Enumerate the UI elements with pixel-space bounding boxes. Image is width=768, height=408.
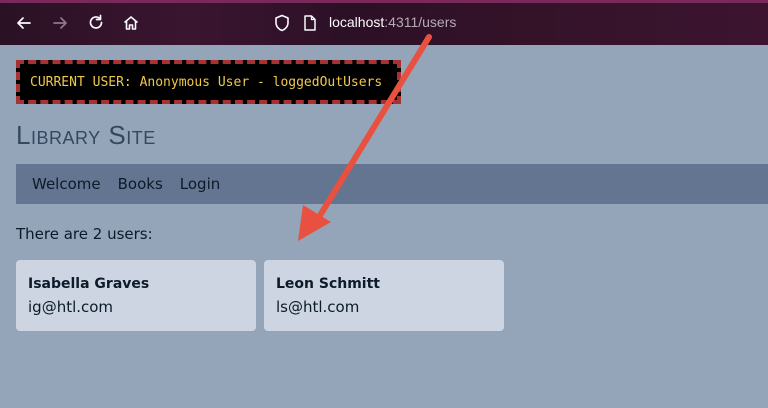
user-count: There are 2 users: (16, 225, 153, 243)
nav-welcome[interactable]: Welcome (32, 175, 101, 193)
home-icon[interactable] (121, 13, 141, 33)
reload-icon[interactable] (86, 13, 106, 33)
current-user-text: CURRENT USER: Anonymous User - loggedOut… (30, 74, 383, 90)
site-title: Library Site (16, 120, 156, 150)
address-bar[interactable]: localhost:4311/users (329, 14, 456, 30)
user-name: Leon Schmitt (276, 276, 380, 292)
url-path: :4311/users (384, 14, 457, 30)
back-icon[interactable] (14, 13, 34, 33)
current-user-banner: CURRENT USER: Anonymous User - loggedOut… (16, 60, 401, 104)
forward-icon[interactable] (50, 13, 70, 33)
nav-books[interactable]: Books (118, 175, 163, 193)
user-email: ls@htl.com (276, 298, 360, 316)
shield-icon[interactable] (272, 13, 292, 33)
user-card: Isabella Graves ig@htl.com (16, 260, 256, 331)
user-email: ig@htl.com (28, 298, 114, 316)
browser-toolbar: localhost:4311/users (0, 0, 768, 45)
user-card: Leon Schmitt ls@htl.com (264, 260, 504, 331)
main-nav: Welcome Books Login (16, 164, 768, 204)
nav-login[interactable]: Login (180, 175, 220, 193)
user-name: Isabella Graves (28, 276, 150, 292)
page-icon (301, 13, 319, 33)
url-host: localhost (329, 14, 385, 30)
